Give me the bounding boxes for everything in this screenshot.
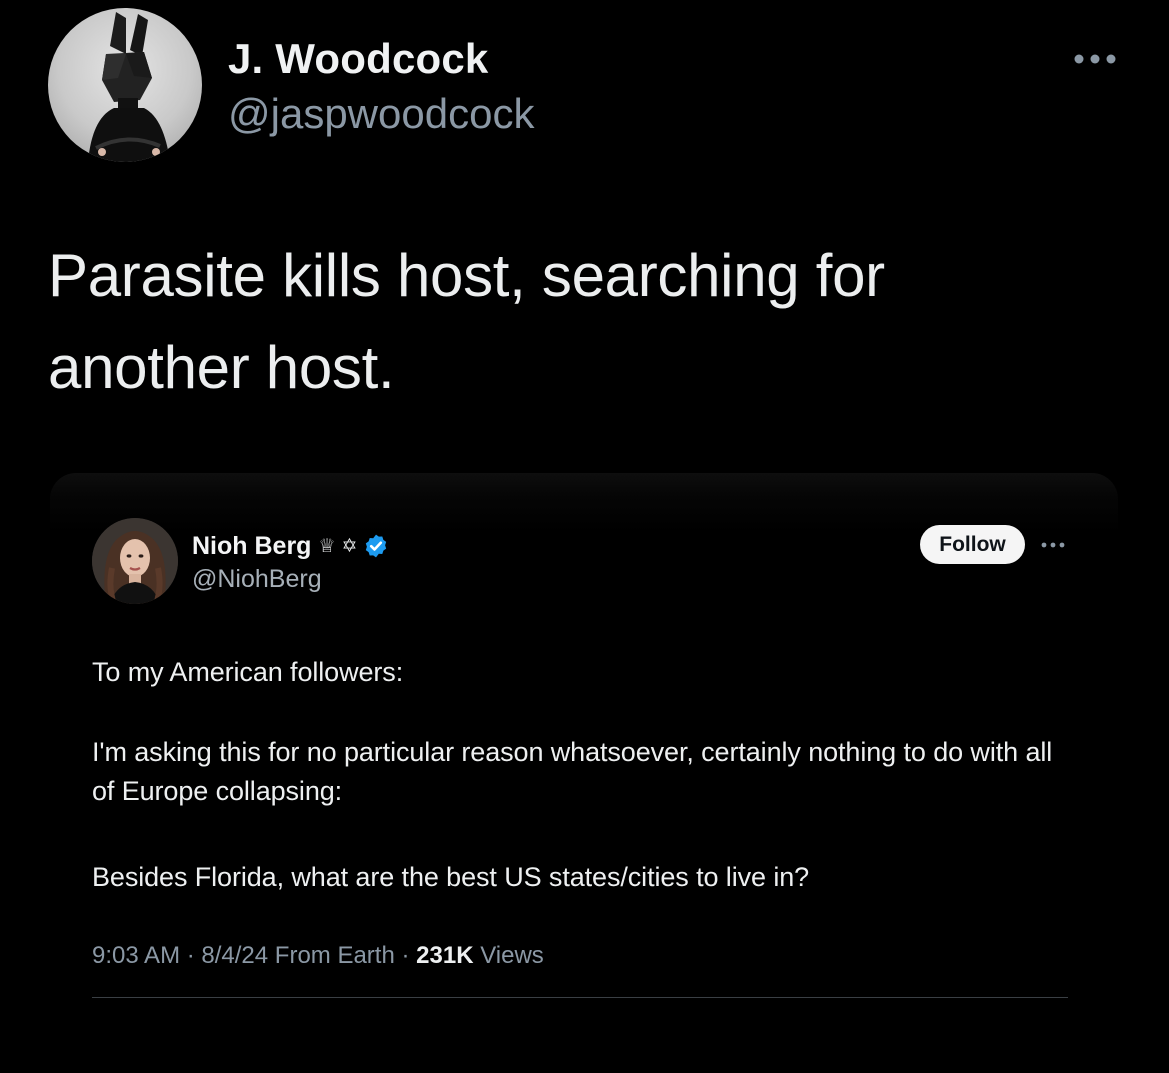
quoted-author-handle[interactable]: @NiohBerg bbox=[192, 565, 322, 594]
portrait-avatar-image bbox=[92, 518, 178, 604]
meta-separator: · bbox=[394, 942, 417, 969]
quoted-author-name-row[interactable]: Nioh Berg ♕ ✡ bbox=[192, 530, 389, 562]
views-label: Views bbox=[473, 942, 544, 969]
follow-button[interactable]: Follow bbox=[920, 525, 1025, 564]
quoted-paragraph-1: To my American followers: bbox=[92, 657, 404, 687]
more-options-icon[interactable] bbox=[1072, 46, 1118, 72]
crown-star-emoji: ♕ ✡ bbox=[318, 535, 358, 557]
quoted-author-display-name[interactable]: Nioh Berg bbox=[192, 532, 311, 561]
author-avatar[interactable] bbox=[48, 8, 202, 162]
verified-badge-icon bbox=[366, 534, 387, 558]
tweet-source: From Earth bbox=[268, 942, 395, 969]
quoted-tweet-meta: 9:03 AM · 8/4/24 From Earth · 231K Views bbox=[92, 942, 544, 970]
rabbit-mask-avatar-image bbox=[88, 12, 170, 162]
quoted-paragraph-2: I'm asking this for no particular reason… bbox=[92, 737, 1053, 806]
author-display-name[interactable]: J. Woodcock bbox=[228, 35, 488, 83]
views-count[interactable]: 231K bbox=[416, 942, 473, 969]
tweet-time[interactable]: 9:03 AM bbox=[92, 942, 180, 969]
quoted-paragraph-3: Besides Florida, what are the best US st… bbox=[92, 862, 810, 892]
tweet-text: Parasite kills host, searching for anoth… bbox=[48, 242, 885, 401]
quoted-author-avatar[interactable] bbox=[92, 518, 178, 604]
meta-separator: · bbox=[180, 942, 202, 969]
quoted-more-options-icon[interactable] bbox=[1040, 538, 1066, 550]
divider bbox=[92, 997, 1068, 998]
tweet-date[interactable]: 8/4/24 bbox=[201, 942, 268, 969]
author-handle[interactable]: @jaspwoodcock bbox=[228, 90, 534, 138]
